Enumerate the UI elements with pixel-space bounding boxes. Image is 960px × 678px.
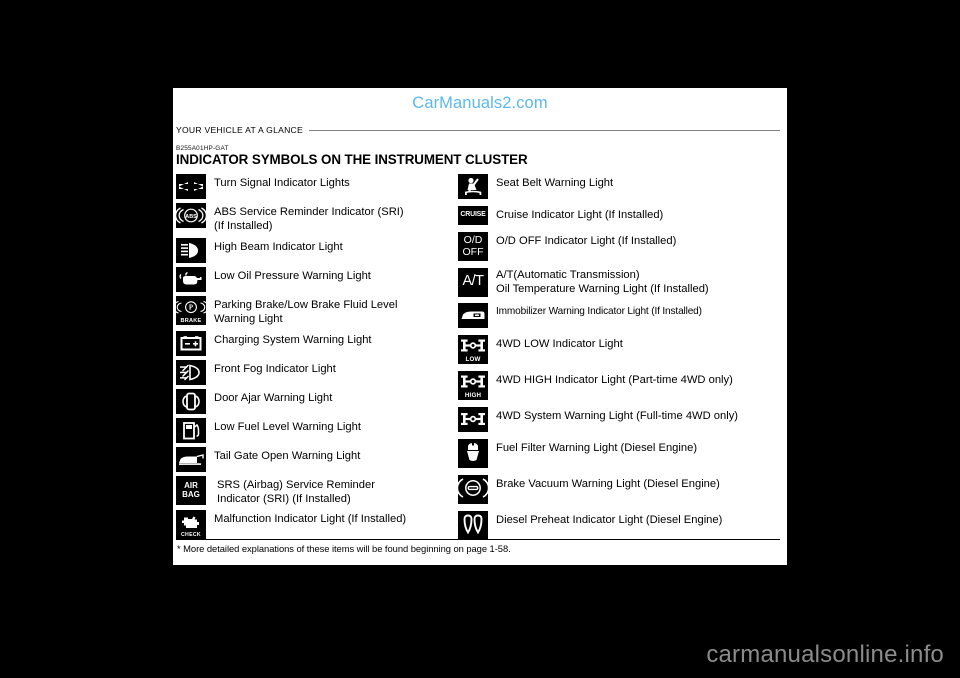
- list-item-label: A/T(Automatic Transmission) Oil Temperat…: [496, 269, 709, 296]
- tail-gate-open-icon: [176, 446, 206, 472]
- list-item-label: Low Fuel Level Warning Light: [214, 420, 361, 433]
- left-column: Turn Signal Indicator Lights ABS ABS Ser…: [176, 174, 458, 543]
- list-item-label: Brake Vacuum Warning Light (Diesel Engin…: [496, 478, 720, 490]
- list-item-label: O/D OFF Indicator Light (If Installed): [496, 235, 677, 247]
- list-item-label: Malfunction Indicator Light (If Installe…: [214, 513, 407, 526]
- list-item: Low Fuel Level Warning Light: [176, 417, 458, 443]
- svg-text:ABS: ABS: [185, 214, 197, 220]
- list-item: CHECK Malfunction Indicator Light (If In…: [176, 510, 458, 540]
- 4wd-system-icon: [458, 407, 488, 432]
- charging-system-icon: [176, 330, 206, 356]
- list-item-label: Front Fog Indicator Light: [214, 362, 336, 375]
- od-off-icon: O/D OFF: [458, 232, 488, 261]
- at-icon: A/T: [458, 268, 488, 297]
- seat-belt-icon: [458, 174, 488, 199]
- cruise-icon: CRUISE: [458, 206, 488, 225]
- list-item-label: ABS Service Reminder Indicator (SRI) (If…: [214, 206, 404, 233]
- list-item: Tail Gate Open Warning Light: [176, 446, 458, 472]
- list-item-label: Charging System Warning Light: [214, 333, 372, 346]
- section-header: YOUR VEHICLE AT A GLANCE: [176, 125, 780, 135]
- airbag-icon: AIR BAG: [176, 475, 206, 505]
- od-off-icon-text: O/D OFF: [462, 234, 484, 258]
- right-column: Seat Belt Warning Light CRUISE Cruise In…: [458, 174, 784, 544]
- turn-signal-icon: [176, 174, 206, 199]
- list-item: P BRAKE Parking Brake/Low Brake Fluid Le…: [176, 295, 458, 327]
- malfunction-indicator-icon: CHECK: [176, 510, 206, 540]
- list-item-label: Seat Belt Warning Light: [496, 177, 614, 189]
- list-item: High Beam Indicator Light: [176, 237, 458, 263]
- list-item: Door Ajar Warning Light: [176, 388, 458, 414]
- list-item: CRUISE Cruise Indicator Light (If Instal…: [458, 206, 784, 225]
- list-item: 4WD System Warning Light (Full-time 4WD …: [458, 407, 784, 432]
- abs-icon: ABS: [176, 203, 206, 228]
- list-item: ABS ABS Service Reminder Indicator (SRI)…: [176, 203, 458, 234]
- 4wd-low-icon-text: LOW: [465, 356, 481, 363]
- site-watermark: carmanualsonline.info: [706, 641, 944, 668]
- fuel-filter-icon: [458, 439, 488, 468]
- door-ajar-icon: [176, 388, 206, 414]
- parking-brake-icon: P BRAKE: [176, 295, 206, 325]
- list-item: AIR BAG SRS (Airbag) Service Reminder In…: [176, 475, 458, 507]
- list-item: LOW 4WD LOW Indicator Light: [458, 335, 784, 364]
- low-fuel-icon: [176, 417, 206, 443]
- list-item-label: Tail Gate Open Warning Light: [214, 449, 361, 462]
- malfunction-icon-text: CHECK: [181, 532, 201, 539]
- low-oil-pressure-icon: [176, 266, 206, 292]
- manual-page: CarManuals2.com YOUR VEHICLE AT A GLANCE…: [173, 88, 787, 565]
- list-item: Turn Signal Indicator Lights: [176, 174, 458, 199]
- section-label: YOUR VEHICLE AT A GLANCE: [176, 125, 303, 135]
- list-item-label: 4WD System Warning Light (Full-time 4WD …: [496, 410, 739, 422]
- high-beam-icon: [176, 237, 206, 263]
- list-item: Fuel Filter Warning Light (Diesel Engine…: [458, 439, 784, 468]
- list-item-label: Door Ajar Warning Light: [214, 391, 333, 404]
- list-item-label: Diesel Preheat Indicator Light (Diesel E…: [496, 514, 723, 526]
- carmanuals2-logo: CarManuals2.com: [412, 94, 548, 112]
- diesel-preheat-icon: [458, 511, 488, 540]
- list-item: HIGH 4WD HIGH Indicator Light (Part-time…: [458, 371, 784, 400]
- parking-brake-icon-text: BRAKE: [180, 317, 202, 324]
- list-item-label: Fuel Filter Warning Light (Diesel Engine…: [496, 442, 698, 454]
- list-item: Front Fog Indicator Light: [176, 359, 458, 385]
- at-icon-text: A/T: [462, 273, 484, 289]
- list-item-label: Parking Brake/Low Brake Fluid Level Warn…: [214, 298, 398, 326]
- page-title: INDICATOR SYMBOLS ON THE INSTRUMENT CLUS…: [176, 152, 528, 167]
- front-fog-icon: [176, 359, 206, 385]
- list-item: Immobilizer Warning Indicator Light (If …: [458, 303, 784, 328]
- cruise-icon-text: CRUISE: [460, 211, 486, 218]
- 4wd-low-icon: LOW: [458, 335, 488, 364]
- list-item-label: High Beam Indicator Light: [214, 240, 343, 253]
- svg-text:P: P: [189, 304, 193, 311]
- list-item: O/D OFF O/D OFF Indicator Light (If Inst…: [458, 232, 784, 261]
- list-item: Charging System Warning Light: [176, 330, 458, 356]
- screenshot-root: CarManuals2.com YOUR VEHICLE AT A GLANCE…: [0, 0, 960, 678]
- list-item-label: SRS (Airbag) Service Reminder Indicator …: [217, 478, 375, 506]
- list-item-label: 4WD HIGH Indicator Light (Part-time 4WD …: [496, 374, 733, 386]
- list-item: Seat Belt Warning Light: [458, 174, 784, 199]
- list-item-label: Cruise Indicator Light (If Installed): [496, 209, 664, 221]
- header-divider: [309, 129, 780, 131]
- list-item-label: Turn Signal Indicator Lights: [214, 177, 350, 189]
- immobilizer-icon: [458, 303, 488, 328]
- 4wd-high-icon: HIGH: [458, 371, 488, 400]
- list-item: Brake Vacuum Warning Light (Diesel Engin…: [458, 475, 784, 504]
- brake-vacuum-icon: [458, 475, 488, 504]
- list-item: Diesel Preheat Indicator Light (Diesel E…: [458, 511, 784, 540]
- indicator-list: Turn Signal Indicator Lights ABS ABS Ser…: [173, 174, 787, 540]
- footnote: * More detailed explanations of these it…: [177, 543, 511, 554]
- list-item-label: Immobilizer Warning Indicator Light (If …: [496, 306, 702, 317]
- footnote-divider: [176, 539, 780, 540]
- list-item-label: 4WD LOW Indicator Light: [496, 338, 623, 350]
- document-code: B255A01HP-GAT: [176, 145, 229, 152]
- list-item: Low Oil Pressure Warning Light: [176, 266, 458, 292]
- airbag-icon-text: AIR BAG: [182, 480, 200, 500]
- list-item-label: Low Oil Pressure Warning Light: [214, 269, 371, 282]
- list-item: A/T A/T(Automatic Transmission) Oil Temp…: [458, 268, 784, 297]
- 4wd-high-icon-text: HIGH: [464, 392, 482, 399]
